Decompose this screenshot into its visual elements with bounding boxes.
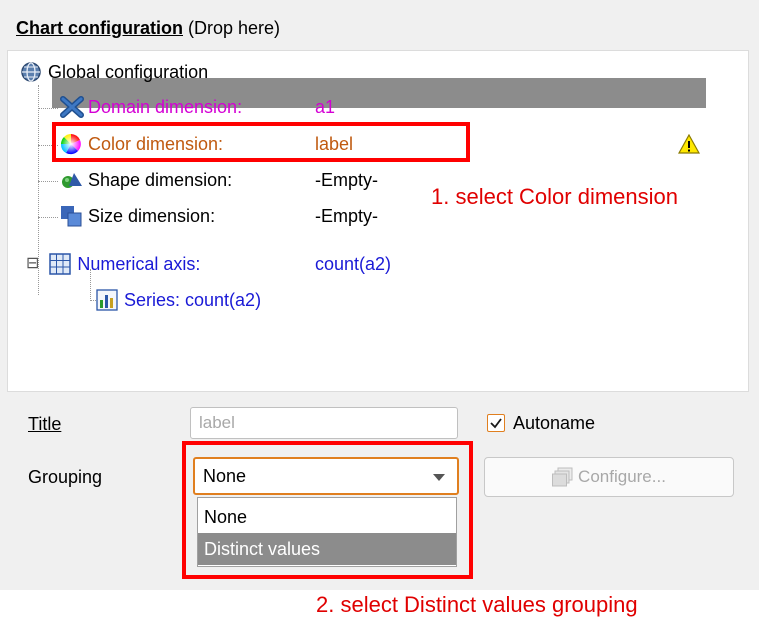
checkmark-icon — [490, 418, 502, 429]
header-title: Chart configuration — [16, 18, 183, 38]
autoname-checkbox[interactable] — [487, 414, 505, 432]
tree-node-global[interactable]: Global configuration — [20, 58, 208, 86]
title-label-text: Title — [28, 414, 62, 434]
grid-icon — [49, 253, 72, 275]
tree-line — [38, 181, 58, 182]
tree-line — [38, 145, 58, 146]
globe-icon — [20, 61, 42, 83]
header-suffix: (Drop here) — [183, 18, 281, 38]
collapse-toggle-icon[interactable]: ⊟ — [26, 250, 39, 278]
grouping-option-none[interactable]: None — [198, 501, 456, 533]
configure-button-label: Configure... — [578, 467, 666, 486]
tree-node-value: count(a2) — [315, 254, 392, 274]
annotation-step1: 1. select Color dimension — [431, 184, 679, 209]
configure-icon — [552, 467, 573, 487]
configure-button[interactable]: Configure... — [484, 457, 734, 497]
tree-node-value: -Empty- — [315, 206, 378, 226]
title-label: Title — [28, 414, 61, 435]
panel-header: Chart configuration (Drop here) — [16, 18, 280, 39]
size-icon — [60, 205, 82, 227]
tree-node-numerical[interactable]: ⊟ Numerical axis: count(a2) — [26, 250, 456, 278]
tree-node-label: Size dimension: — [88, 206, 216, 226]
tree-node-value: label — [315, 134, 354, 154]
grouping-option-distinct-values[interactable]: Distinct values — [198, 533, 456, 565]
chevron-down-icon — [433, 474, 445, 481]
tree-node-label: Numerical axis: — [77, 254, 201, 274]
tree-node-label: Domain dimension: — [88, 97, 243, 117]
color-wheel-icon — [60, 133, 82, 155]
title-input[interactable]: label — [190, 407, 458, 439]
warning-icon — [677, 133, 701, 162]
tree-node-color[interactable]: Color dimension: label — [60, 130, 705, 158]
tree-node-series[interactable]: Series: count(a2) — [96, 286, 261, 314]
tree-node-label: Shape dimension: — [88, 170, 233, 190]
bar-chart-icon — [96, 289, 118, 311]
tree-node-label: Color dimension: — [88, 134, 224, 154]
grouping-label: Grouping — [28, 467, 103, 487]
tree-node-label: Series: count(a2) — [124, 290, 262, 310]
tree-node-shape[interactable]: Shape dimension: -Empty- — [60, 166, 460, 194]
tree-node-value: -Empty- — [315, 170, 378, 190]
tree-node-size[interactable]: Size dimension: -Empty- — [60, 202, 460, 230]
chart-config-panel: Chart configuration (Drop here) Global c… — [0, 0, 759, 590]
annotation-step2: 2. select Distinct values grouping — [316, 592, 638, 617]
tree-node-domain[interactable]: Domain dimension: a1 — [60, 93, 460, 121]
tree-line — [38, 108, 58, 109]
grouping-select[interactable]: None — [193, 457, 459, 495]
shapes-icon — [60, 169, 82, 191]
tree-node-value: a1 — [315, 97, 336, 117]
grouping-dropdown-list: None Distinct values — [197, 497, 457, 567]
tree-node-label: Global configuration — [48, 62, 209, 82]
grouping-select-value: None — [203, 466, 247, 486]
cross-icon — [60, 96, 84, 118]
tree-line — [38, 217, 58, 218]
autoname-label: Autoname — [513, 413, 596, 433]
